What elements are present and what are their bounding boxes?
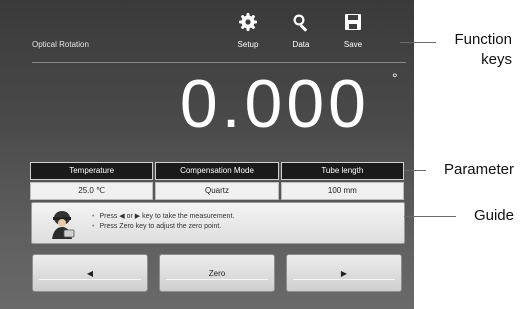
parameter-leader-line bbox=[404, 170, 426, 171]
guide-annotation: Guide bbox=[473, 207, 514, 224]
top-bar: Optical Rotation Setup Data Save bbox=[0, 0, 414, 60]
guide-leader-line bbox=[404, 216, 456, 217]
operator-icon bbox=[52, 211, 75, 239]
param-header-tube-length: Tube length bbox=[280, 162, 404, 180]
button-highlight bbox=[293, 279, 395, 280]
param-value-compensation[interactable]: Quartz bbox=[155, 182, 279, 200]
function-keys-leader-line bbox=[400, 42, 436, 43]
save-icon bbox=[345, 14, 361, 30]
guide-panel: Press ◀ or ▶ key to take the measurement… bbox=[31, 202, 405, 244]
guide-line-2: Press Zero key to adjust the zero point. bbox=[92, 222, 234, 232]
guide-text: Press ◀ or ▶ key to take the measurement… bbox=[92, 212, 234, 232]
data-label: Data bbox=[292, 40, 310, 49]
instrument-screen: Optical Rotation Setup Data Save 0.000 °… bbox=[0, 0, 414, 309]
data-button[interactable]: Data bbox=[279, 12, 323, 56]
guide-line-1: Press ◀ or ▶ key to take the measurement… bbox=[92, 212, 234, 222]
setup-label: Setup bbox=[237, 40, 259, 49]
measurement-unit: ° bbox=[392, 70, 398, 86]
zero-label: Zero bbox=[208, 268, 226, 278]
parameter-table: Temperature Compensation Mode Tube lengt… bbox=[30, 162, 404, 200]
left-arrow-icon: ◀ bbox=[86, 268, 94, 278]
function-keys-annotation: Function keys bbox=[454, 31, 512, 68]
param-header-temperature: Temperature bbox=[30, 162, 154, 180]
header-divider bbox=[32, 62, 406, 63]
measure-left-button[interactable]: ◀ bbox=[32, 254, 148, 292]
measure-right-button[interactable]: ▶ bbox=[286, 254, 402, 292]
zero-button[interactable]: Zero bbox=[159, 254, 275, 292]
param-value-temperature[interactable]: 25.0 ℃ bbox=[30, 182, 154, 200]
right-arrow-icon: ▶ bbox=[340, 268, 348, 278]
button-highlight bbox=[39, 279, 141, 280]
button-highlight bbox=[166, 279, 268, 280]
param-value-tube-length[interactable]: 100 mm bbox=[280, 182, 404, 200]
gear-icon bbox=[239, 13, 257, 31]
save-button[interactable]: Save bbox=[331, 12, 375, 56]
save-label: Save bbox=[343, 40, 363, 49]
param-header-compensation: Compensation Mode bbox=[155, 162, 279, 180]
setup-button[interactable]: Setup bbox=[226, 12, 270, 56]
parameter-annotation: Parameter bbox=[443, 161, 514, 178]
magnifier-icon bbox=[293, 14, 307, 32]
app-title: Optical Rotation bbox=[32, 40, 89, 49]
measurement-value: 0.000 bbox=[179, 66, 370, 142]
